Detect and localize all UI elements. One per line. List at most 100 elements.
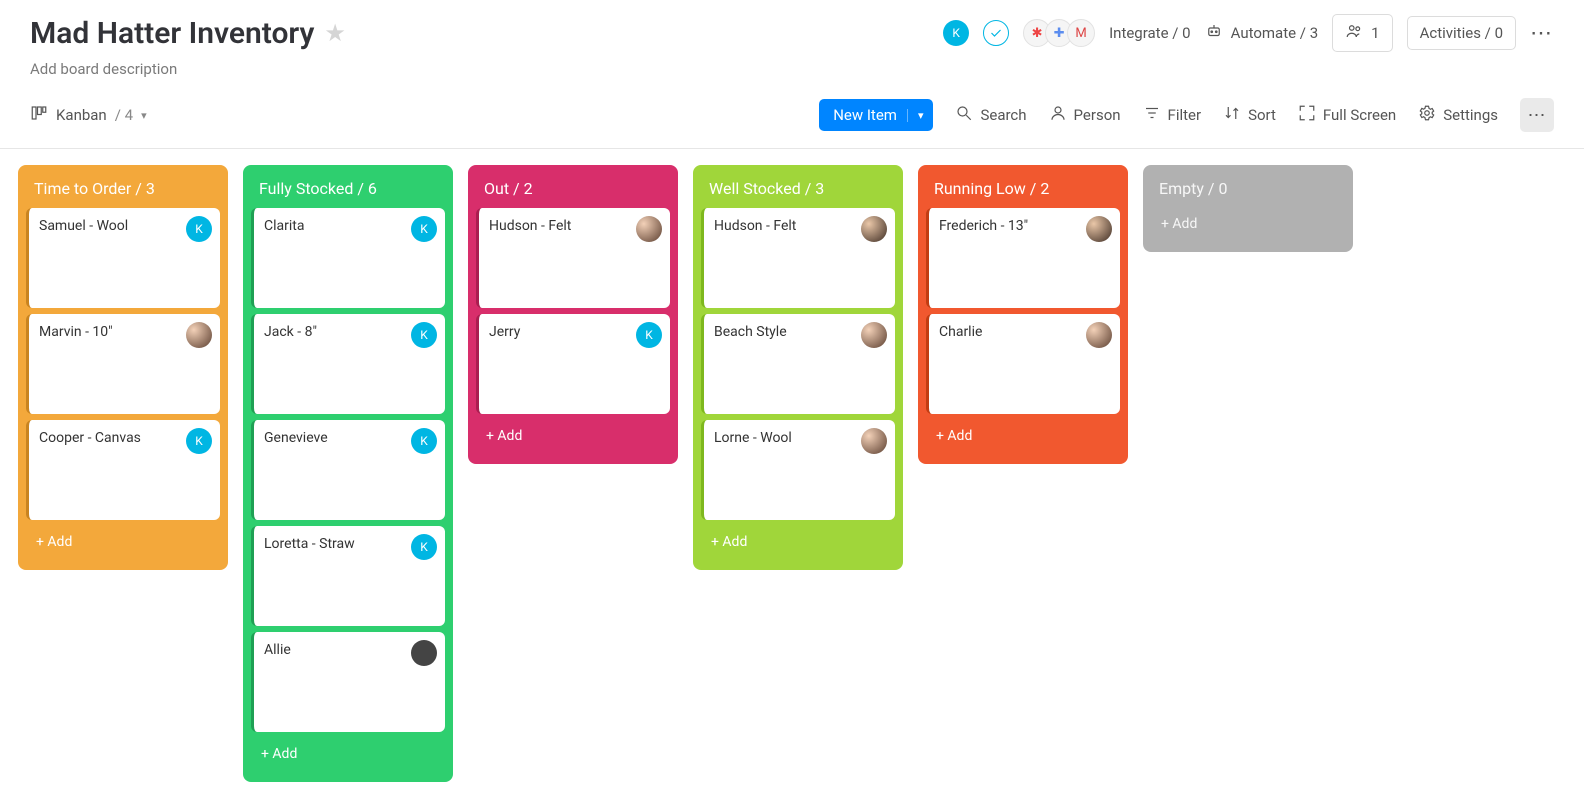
assignee-avatar[interactable]: [636, 216, 662, 242]
view-label: Kanban: [56, 106, 107, 124]
activities-button[interactable]: Activities / 0: [1407, 16, 1516, 50]
person-icon: [1049, 104, 1067, 126]
column-title[interactable]: Out / 2: [476, 175, 670, 208]
assignee-avatar[interactable]: [411, 640, 437, 666]
kanban-card[interactable]: Frederich - 13": [926, 208, 1120, 308]
card-title: Jack - 8": [264, 324, 317, 340]
kanban-card[interactable]: Loretta - StrawK: [251, 526, 445, 626]
person-label: Person: [1074, 106, 1121, 124]
column-title[interactable]: Running Low / 2: [926, 175, 1120, 208]
more-header-icon[interactable]: ⋯: [1530, 21, 1554, 46]
assignee-avatar[interactable]: K: [411, 216, 437, 242]
card-title: Lorne - Wool: [714, 430, 792, 446]
column-title[interactable]: Empty / 0: [1151, 175, 1345, 208]
kanban-card[interactable]: Marvin - 10": [26, 314, 220, 414]
fullscreen-icon: [1298, 104, 1316, 126]
sort-label: Sort: [1248, 106, 1276, 124]
fullscreen-tool[interactable]: Full Screen: [1298, 104, 1396, 126]
kanban-card[interactable]: Clarita K: [251, 208, 445, 308]
kanban-card[interactable]: Jerry K: [476, 314, 670, 414]
kanban-column: Fully Stocked / 6ClaritaKJack - 8"KGenev…: [243, 165, 453, 782]
card-title: Samuel - Wool: [39, 218, 128, 234]
filter-label: Filter: [1168, 106, 1202, 124]
assignee-avatar[interactable]: [861, 216, 887, 242]
card-title: Marvin - 10": [39, 324, 113, 340]
assignee-avatar[interactable]: [186, 322, 212, 348]
kanban-card[interactable]: Jack - 8" K: [251, 314, 445, 414]
assignee-avatar[interactable]: [1086, 216, 1112, 242]
search-tool[interactable]: Search: [955, 104, 1026, 126]
add-card-button[interactable]: + Add: [26, 526, 220, 558]
title-row: Mad Hatter Inventory ★ K ✱ ✚ M Integrate…: [30, 14, 1554, 52]
kanban-card[interactable]: Samuel - Wool K: [26, 208, 220, 308]
kanban-card[interactable]: Hudson - Felt: [476, 208, 670, 308]
kanban-card[interactable]: Genevieve K: [251, 420, 445, 520]
last-seen-icon[interactable]: [983, 20, 1009, 46]
integrate-label: Integrate / 0: [1109, 24, 1191, 42]
add-card-button[interactable]: + Add: [701, 526, 895, 558]
card-title: Frederich - 13": [939, 218, 1028, 234]
integrate-button[interactable]: Integrate / 0: [1109, 24, 1191, 42]
board-description[interactable]: Add board description: [30, 60, 1554, 78]
more-toolbar-button[interactable]: ⋯: [1520, 98, 1554, 132]
column-title[interactable]: Well Stocked / 3: [701, 175, 895, 208]
kanban-card[interactable]: Hudson - Felt: [701, 208, 895, 308]
activities-label: Activities / 0: [1420, 24, 1503, 42]
filter-icon: [1143, 104, 1161, 126]
sort-tool[interactable]: Sort: [1223, 104, 1276, 126]
board-title[interactable]: Mad Hatter Inventory: [30, 16, 314, 51]
kanban-card[interactable]: Lorne - Wool: [701, 420, 895, 520]
assignee-avatar[interactable]: K: [186, 216, 212, 242]
new-item-button[interactable]: New Item ▾: [819, 99, 933, 131]
card-title: Allie: [264, 642, 291, 658]
assignee-avatar[interactable]: K: [411, 428, 437, 454]
card-title: Hudson - Felt: [714, 218, 796, 234]
board-header: Mad Hatter Inventory ★ K ✱ ✚ M Integrate…: [0, 0, 1584, 78]
kanban-card[interactable]: Cooper - CanvasK: [26, 420, 220, 520]
card-title: Clarita: [264, 218, 304, 234]
add-card-button[interactable]: + Add: [1151, 208, 1345, 240]
chevron-down-icon: ▾: [141, 109, 147, 122]
assignee-avatar[interactable]: [1086, 322, 1112, 348]
kanban-card[interactable]: Allie: [251, 632, 445, 732]
add-card-button[interactable]: + Add: [251, 738, 445, 770]
automate-button[interactable]: Automate / 3: [1205, 22, 1319, 44]
column-title[interactable]: Time to Order / 3: [26, 175, 220, 208]
assignee-avatar[interactable]: K: [411, 534, 437, 560]
assignee-avatar[interactable]: K: [186, 428, 212, 454]
settings-tool[interactable]: Settings: [1418, 104, 1498, 126]
chevron-down-icon[interactable]: ▾: [907, 109, 924, 122]
integration-icon-3[interactable]: M: [1067, 19, 1095, 47]
kanban-card[interactable]: Charlie: [926, 314, 1120, 414]
assignee-avatar[interactable]: [861, 428, 887, 454]
kanban-card[interactable]: Beach Style: [701, 314, 895, 414]
card-title: Jerry: [489, 324, 520, 340]
integration-icons: ✱ ✚ M: [1023, 19, 1095, 47]
filter-tool[interactable]: Filter: [1143, 104, 1202, 126]
members-count: 1: [1371, 24, 1379, 42]
user-avatar[interactable]: K: [943, 20, 969, 46]
person-tool[interactable]: Person: [1049, 104, 1121, 126]
assignee-avatar[interactable]: [861, 322, 887, 348]
favorite-star-icon[interactable]: ★: [324, 19, 346, 47]
column-title[interactable]: Fully Stocked / 6: [251, 175, 445, 208]
card-title: Genevieve: [264, 430, 328, 446]
board-toolbar: Kanban / 4 ▾ New Item ▾ Search Person Fi…: [0, 78, 1584, 149]
assignee-avatar[interactable]: K: [636, 322, 662, 348]
view-count: / 4: [115, 106, 133, 124]
add-card-button[interactable]: + Add: [476, 420, 670, 452]
gear-icon: [1418, 104, 1436, 126]
kanban-column: Running Low / 2 Frederich - 13" Charlie + A…: [918, 165, 1128, 464]
people-icon: [1345, 22, 1363, 44]
card-title: Hudson - Felt: [489, 218, 571, 234]
add-card-button[interactable]: + Add: [926, 420, 1120, 452]
view-switcher[interactable]: Kanban / 4 ▾: [30, 104, 147, 126]
members-button[interactable]: 1: [1332, 14, 1392, 52]
kanban-column: Empty / 0+ Add: [1143, 165, 1353, 252]
assignee-avatar[interactable]: K: [411, 322, 437, 348]
toolbar-right: New Item ▾ Search Person Filter Sort: [819, 98, 1554, 132]
fullscreen-label: Full Screen: [1323, 106, 1396, 124]
card-title: Charlie: [939, 324, 982, 340]
card-title: Beach Style: [714, 324, 787, 340]
kanban-column: Well Stocked / 3 Hudson - Felt Beach Style…: [693, 165, 903, 570]
